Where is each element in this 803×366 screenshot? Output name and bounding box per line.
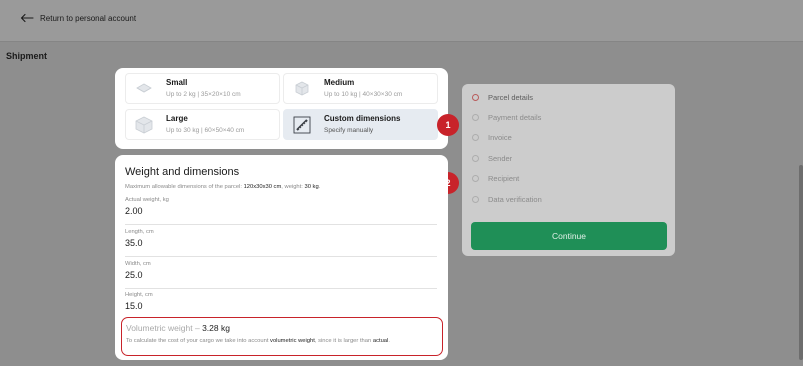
back-link[interactable]: Return to personal account bbox=[20, 13, 136, 23]
field-label: Actual weight, kg bbox=[125, 197, 169, 203]
section-title: Weight and dimensions bbox=[125, 166, 240, 178]
step-payment-details[interactable]: Payment details bbox=[472, 113, 541, 122]
envelope-icon bbox=[136, 83, 152, 92]
step-data-verification[interactable]: Data verification bbox=[472, 195, 542, 204]
field-value: 25.0 bbox=[125, 270, 143, 280]
actual-weight-field[interactable]: Actual weight, kg 2.00 bbox=[125, 197, 437, 225]
step-dot-icon bbox=[472, 175, 479, 182]
step-label: Data verification bbox=[488, 195, 542, 204]
length-field[interactable]: Length, cm 35.0 bbox=[125, 229, 437, 257]
page-title: Shipment bbox=[6, 51, 48, 61]
field-value: 35.0 bbox=[125, 238, 143, 248]
option-title: Medium bbox=[324, 77, 355, 87]
step-label: Parcel details bbox=[488, 93, 534, 102]
step-parcel-details[interactable]: Parcel details bbox=[472, 93, 533, 102]
step-dot-icon bbox=[472, 155, 479, 162]
box-icon bbox=[295, 81, 309, 95]
option-small[interactable]: Small Up to 2 kg | 35×20×10 cm bbox=[125, 73, 280, 104]
step-badge-1: 1 bbox=[437, 114, 459, 136]
option-subtitle: Up to 2 kg | 35×20×10 cm bbox=[166, 90, 241, 98]
option-title: Small bbox=[166, 77, 188, 87]
volumetric-weight-box: Volumetric weight – 3.28 kg To calculate… bbox=[121, 317, 443, 356]
step-label: Recipient bbox=[488, 174, 520, 183]
option-title: Custom dimensions bbox=[324, 113, 401, 123]
step-dot-icon bbox=[472, 114, 479, 121]
option-subtitle: Up to 30 kg | 60×50×40 cm bbox=[166, 126, 245, 134]
field-value: 15.0 bbox=[125, 301, 143, 311]
step-dot-icon bbox=[472, 94, 479, 101]
back-link-label: Return to personal account bbox=[40, 13, 137, 23]
volumetric-weight: Volumetric weight – 3.28 kg bbox=[126, 323, 230, 333]
step-dot-icon bbox=[472, 196, 479, 203]
step-recipient[interactable]: Recipient bbox=[472, 174, 519, 183]
step-label: Invoice bbox=[488, 133, 512, 142]
step-dot-icon bbox=[472, 134, 479, 141]
step-label: Payment details bbox=[488, 113, 542, 122]
continue-button[interactable]: Continue bbox=[471, 222, 667, 250]
dimensions-note: Maximum allowable dimensions of the parc… bbox=[125, 184, 321, 190]
step-sender[interactable]: Sender bbox=[472, 154, 512, 163]
step-label: Sender bbox=[488, 154, 513, 163]
option-subtitle: Up to 10 kg | 40×30×30 cm bbox=[324, 90, 403, 98]
top-bar: Return to personal account bbox=[0, 0, 803, 42]
volumetric-note: To calculate the cost of your cargo we t… bbox=[126, 338, 390, 344]
step-invoice[interactable]: Invoice bbox=[472, 133, 512, 142]
field-label: Width, cm bbox=[125, 261, 151, 267]
scrollbar[interactable] bbox=[799, 165, 803, 360]
option-subtitle: Specify manually bbox=[324, 126, 374, 134]
parcel-size-options: Small Up to 2 kg | 35×20×10 cm Medium Up… bbox=[115, 68, 448, 149]
option-medium[interactable]: Medium Up to 10 kg | 40×30×30 cm bbox=[283, 73, 438, 104]
option-title: Large bbox=[166, 113, 188, 123]
width-field[interactable]: Width, cm 25.0 bbox=[125, 261, 437, 289]
field-value: 2.00 bbox=[125, 206, 143, 216]
option-custom-dimensions[interactable]: Custom dimensions Specify manually bbox=[283, 109, 438, 140]
field-label: Length, cm bbox=[125, 229, 154, 235]
height-field[interactable]: Height, cm 15.0 bbox=[125, 292, 437, 320]
weight-dimensions-card: Weight and dimensions Maximum allowable … bbox=[115, 155, 448, 360]
large-box-icon bbox=[135, 116, 153, 133]
option-large[interactable]: Large Up to 30 kg | 60×50×40 cm bbox=[125, 109, 280, 140]
ruler-icon bbox=[293, 116, 311, 133]
arrow-left-icon bbox=[20, 13, 34, 23]
field-label: Height, cm bbox=[125, 292, 153, 298]
